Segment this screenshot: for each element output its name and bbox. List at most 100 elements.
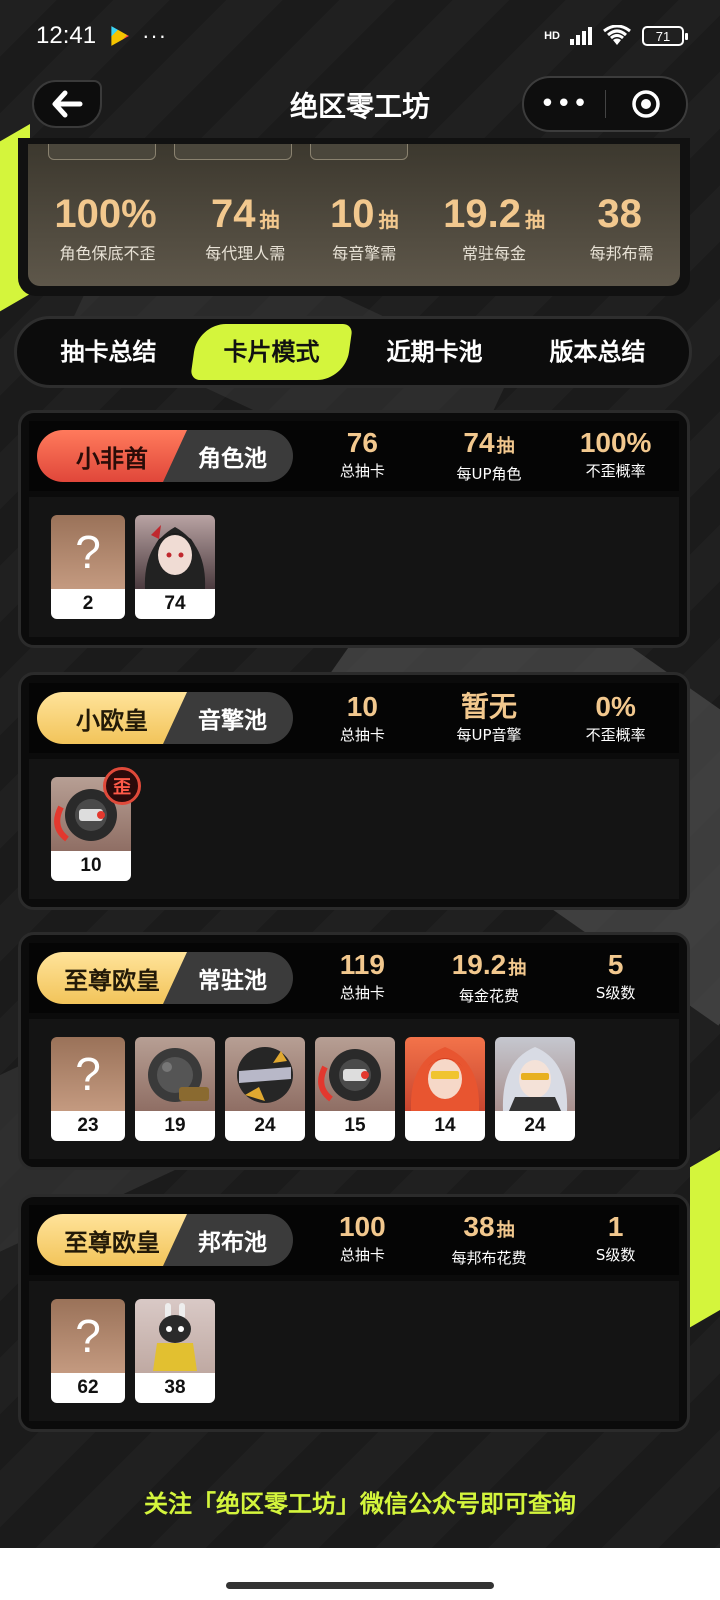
- pool-stat-label: 每邦布花费: [451, 1249, 527, 1267]
- close-miniprogram-button[interactable]: [606, 88, 687, 120]
- summary-tag: [310, 144, 408, 160]
- pool-stat-value: 1: [607, 1211, 624, 1242]
- summary-stat-label: 角色保底不歪: [59, 244, 156, 263]
- pool-card-w-engine: 小欧皇 音擎池 10 总抽卡 暂无 每UP音擎 0% 不歪概率 10 歪: [18, 672, 690, 910]
- bangboo-portrait-icon: [135, 1299, 215, 1373]
- pool-badge: 至尊欧皇 常驻池: [37, 952, 293, 1004]
- pool-stat: 76 总抽卡: [302, 428, 422, 484]
- pool-stat-value: 76: [346, 427, 378, 458]
- pool-stat-label: 不歪概率: [585, 725, 646, 744]
- character-portrait-icon: [405, 1037, 485, 1111]
- w-engine-card[interactable]: 24: [225, 1037, 305, 1141]
- pool-stat: 暂无 每UP音擎: [429, 690, 549, 745]
- mini-program-capsule: •••: [522, 76, 688, 132]
- unknown-card[interactable]: ? 23: [51, 1037, 125, 1141]
- home-indicator-handle[interactable]: [226, 1582, 494, 1589]
- pool-badge: 小非酋 角色池: [37, 430, 293, 482]
- wifi-icon: [603, 25, 631, 45]
- card-pull-count: 62: [51, 1373, 125, 1403]
- pool-stat: 74 抽每UP角色: [429, 428, 549, 484]
- pool-stat-label: 总抽卡: [339, 462, 385, 480]
- card-pull-count: 38: [135, 1373, 215, 1403]
- unknown-card[interactable]: ? 62: [51, 1299, 125, 1403]
- play-store-icon: [111, 26, 129, 46]
- pool-card-bangboo: 至尊欧皇 邦布池 100 总抽卡 38 抽每邦布花费 1 S级数 ? 62 38: [18, 1194, 690, 1432]
- w-engine-card[interactable]: 10 歪: [51, 767, 141, 881]
- summary-stat-value: 74: [211, 192, 256, 236]
- pool-rank: 小非酋: [37, 430, 187, 482]
- pool-header: 至尊欧皇 邦布池 100 总抽卡 38 抽每邦布花费 1 S级数: [29, 1205, 679, 1275]
- character-card[interactable]: 14: [405, 1037, 485, 1141]
- pool-stat-value: 0%: [595, 690, 636, 722]
- back-button[interactable]: [32, 80, 102, 128]
- tab-card-mode[interactable]: 卡片模式: [190, 324, 353, 380]
- summary-stat-value: 19.2: [443, 192, 521, 236]
- summary-stat-value: 100%: [54, 192, 157, 236]
- pool-stat: 38 抽每邦布花费: [429, 1212, 549, 1268]
- pool-stat: 100% 不歪概率: [556, 428, 676, 484]
- pool-badge: 至尊欧皇 邦布池: [37, 1214, 293, 1266]
- pool-stat: 5 S级数: [556, 950, 676, 1006]
- more-button[interactable]: •••: [524, 91, 605, 117]
- card-pull-count: 24: [225, 1111, 305, 1141]
- pool-stat-label: 总抽卡: [339, 984, 385, 1002]
- footer-hint: 关注「绝区零工坊」微信公众号即可查询: [144, 1490, 576, 1518]
- summary-stat-label: 每邦布需: [589, 244, 654, 263]
- question-mark-icon: ?: [75, 1310, 101, 1362]
- more-dots-icon: •••: [539, 89, 589, 119]
- app-header: 绝区零工坊 •••: [0, 76, 720, 134]
- unknown-card[interactable]: ? 2: [51, 515, 125, 619]
- summary-card: 100% 角色保底不歪 74 抽 每代理人需 10 抽 每音擎需 19.2 抽 常驻每…: [18, 138, 690, 296]
- summary-stat: 10 抽 每音擎需: [330, 192, 399, 264]
- pool-card-list: ? 23 19 24 15 14 24: [29, 1019, 679, 1159]
- pool-stat-unit: 抽: [496, 1220, 515, 1240]
- pool-stat-value: 19.2: [451, 949, 507, 980]
- pool-stat: 100 总抽卡: [302, 1212, 422, 1268]
- card-pull-count: 15: [315, 1111, 395, 1141]
- tab-recent-pools[interactable]: 近期卡池: [353, 324, 516, 380]
- status-time: 12:41: [36, 22, 97, 49]
- card-pull-count: 23: [51, 1111, 125, 1141]
- pool-stat-value: 74: [463, 427, 495, 458]
- off-banner-badge: 歪: [103, 767, 141, 805]
- battery-icon: 71: [642, 26, 688, 46]
- summary-stat-unit: 抽: [259, 208, 280, 232]
- bangboo-card[interactable]: 38: [135, 1299, 215, 1403]
- w-engine-icon: [315, 1037, 395, 1111]
- card-pull-count: 14: [405, 1111, 485, 1141]
- w-engine-icon: [225, 1037, 305, 1111]
- pool-stat-unit: 抽: [496, 436, 515, 456]
- pool-stat: 10 总抽卡: [302, 691, 422, 745]
- pool-stats: 100 总抽卡 38 抽每邦布花费 1 S级数: [299, 1212, 679, 1268]
- w-engine-icon: [135, 1037, 215, 1111]
- gesture-bar: [0, 1548, 720, 1600]
- w-engine-card[interactable]: 15: [315, 1037, 395, 1141]
- summary-tag: [174, 144, 292, 160]
- question-mark-icon: ?: [75, 1048, 101, 1100]
- tab-bar: 抽卡总结 卡片模式 近期卡池 版本总结: [14, 316, 692, 388]
- summary-stats: 100% 角色保底不歪 74 抽 每代理人需 10 抽 每音擎需 19.2 抽 常驻每…: [28, 192, 680, 264]
- page-title: 绝区零工坊: [289, 90, 430, 123]
- pool-card-standard: 至尊欧皇 常驻池 119 总抽卡 19.2 抽每金花费 5 S级数 ? 23 19: [18, 932, 690, 1170]
- summary-stat-unit: 抽: [378, 208, 399, 232]
- pool-stat-label: 每UP角色: [456, 465, 522, 483]
- pool-card-list: ? 2 74: [29, 497, 679, 637]
- pool-header: 小非酋 角色池 76 总抽卡 74 抽每UP角色 100% 不歪概率: [29, 421, 679, 491]
- pool-stat-value: 暂无: [460, 690, 517, 722]
- character-card[interactable]: 74: [135, 515, 215, 619]
- pool-stat: 0% 不歪概率: [556, 690, 676, 745]
- pool-stats: 10 总抽卡 暂无 每UP音擎 0% 不歪概率: [299, 690, 679, 745]
- tab-gacha-summary[interactable]: 抽卡总结: [27, 324, 190, 380]
- hd-label: HD: [544, 30, 560, 42]
- pool-header: 小欧皇 音擎池 10 总抽卡 暂无 每UP音擎 0% 不歪概率: [29, 683, 679, 753]
- signal-icon: [570, 27, 592, 45]
- w-engine-card[interactable]: 19: [135, 1037, 215, 1141]
- character-card[interactable]: 24: [495, 1037, 575, 1141]
- question-mark-icon: ?: [75, 526, 101, 578]
- pool-stat-label: 每金花费: [458, 987, 519, 1005]
- more-notifications-icon: ···: [142, 23, 168, 48]
- pool-stat-label: 总抽卡: [339, 1246, 385, 1264]
- pool-stat-value: 5: [607, 949, 624, 980]
- card-pull-count: 2: [51, 589, 125, 619]
- tab-version-summary[interactable]: 版本总结: [516, 324, 679, 380]
